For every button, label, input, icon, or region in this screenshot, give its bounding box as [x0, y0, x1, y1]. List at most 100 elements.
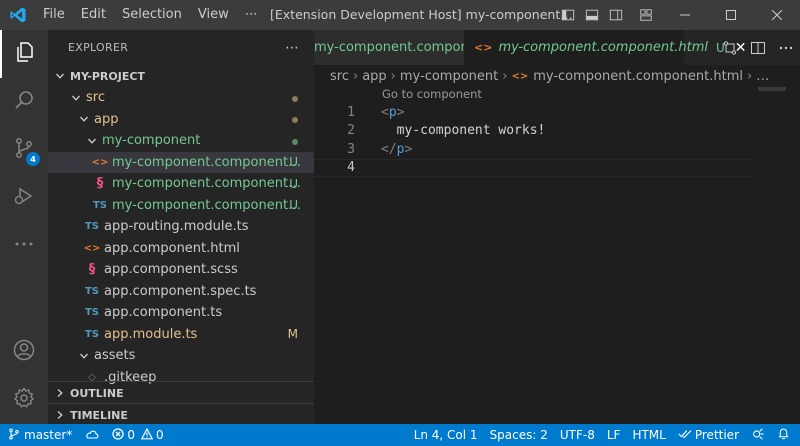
file-item[interactable]: TS app-routing.module.ts: [48, 216, 314, 238]
folder-item[interactable]: assets: [48, 345, 314, 367]
sync-button[interactable]: [78, 424, 106, 446]
git-status-badge: U: [289, 198, 298, 213]
title-bar: File Edit Selection View ⋯ [Extension De…: [0, 0, 800, 30]
file-name: app.component.html: [104, 240, 240, 256]
tag-bracket: <: [381, 104, 389, 120]
go-to-component-codelens[interactable]: Go to component: [382, 87, 482, 101]
file-item[interactable]: § my-component.component.scss U: [48, 173, 314, 195]
tag-name: p: [388, 104, 397, 120]
minimap[interactable]: [758, 87, 786, 91]
code-editor[interactable]: Go to component 1 <p> 2 my-component wor…: [314, 87, 800, 177]
git-status-badge: U: [289, 176, 298, 191]
activity-search[interactable]: [0, 78, 48, 126]
file-item[interactable]: § app.component.scss: [48, 259, 314, 281]
tab-label: my-component.component.scss: [314, 40, 464, 55]
split-editor-icon[interactable]: [744, 30, 772, 65]
activity-manage[interactable]: [0, 376, 48, 424]
vscode-logo-icon: [0, 0, 35, 30]
activity-accounts[interactable]: [0, 328, 48, 376]
folder-item[interactable]: my-component: [48, 130, 314, 152]
more-actions-icon[interactable]: [772, 30, 800, 65]
menu-bar: File Edit Selection View ⋯: [35, 0, 267, 30]
activity-run-debug[interactable]: [0, 174, 48, 222]
html-file-icon: <>: [474, 41, 493, 54]
outline-label: OUTLINE: [70, 386, 124, 400]
timeline-section-header[interactable]: TIMELINE: [48, 404, 314, 424]
account-icon: [12, 338, 36, 366]
breadcrumb-app[interactable]: app: [362, 69, 386, 84]
file-item[interactable]: TS app.component.spec.ts: [48, 281, 314, 303]
breadcrumb-my-component[interactable]: my-component: [400, 69, 498, 84]
branch-name: master*: [24, 428, 73, 442]
tab-bar: my-component.component.scss U <> my-comp…: [314, 30, 800, 65]
chevron-right-icon: [52, 410, 68, 420]
end-of-line[interactable]: LF: [601, 424, 627, 446]
activity-explorer[interactable]: [0, 30, 48, 78]
breadcrumb: src › app › my-component › <> my-compone…: [314, 65, 800, 87]
menu-more-button[interactable]: ⋯: [237, 0, 267, 30]
activity-bar: 4: [0, 30, 48, 424]
chevron-right-icon: ›: [747, 68, 753, 84]
feedback-button[interactable]: [745, 424, 771, 446]
tag-bracket: >: [396, 104, 405, 120]
language-mode[interactable]: HTML: [626, 424, 671, 446]
file-item[interactable]: TS app.component.ts: [48, 302, 314, 324]
folder-item[interactable]: src: [48, 87, 314, 109]
breadcrumb-file[interactable]: my-component.component.html: [533, 69, 743, 84]
toggle-secondary-sidebar-icon[interactable]: [604, 0, 628, 30]
warning-icon: [140, 427, 154, 443]
typescript-file-icon: TS: [84, 328, 100, 340]
encoding[interactable]: UTF-8: [554, 424, 601, 446]
branch-icon: [8, 427, 20, 443]
menu-selection[interactable]: Selection: [114, 0, 190, 30]
prettier-label: Prettier: [694, 428, 739, 442]
outline-section-header[interactable]: OUTLINE: [48, 382, 314, 404]
cursor-position[interactable]: Ln 4, Col 1: [408, 424, 484, 446]
problems-indicator[interactable]: 0 0: [106, 424, 169, 446]
toggle-panel-icon[interactable]: [580, 0, 604, 30]
file-item[interactable]: <> my-component.component.html U: [48, 151, 314, 173]
file-name: my-component.component.ts: [112, 197, 302, 213]
chevron-down-icon: [68, 93, 84, 103]
close-window-icon[interactable]: [754, 0, 800, 30]
toggle-sidebar-icon[interactable]: [556, 0, 580, 30]
customize-layout-icon[interactable]: [634, 0, 658, 30]
menu-view[interactable]: View: [190, 0, 237, 30]
tab-html[interactable]: <> my-component.component.html U ✕: [464, 30, 747, 65]
git-branch[interactable]: master*: [0, 424, 78, 446]
breadcrumb-symbols[interactable]: …: [756, 69, 769, 84]
html-file-icon: <>: [91, 156, 109, 168]
activity-source-control[interactable]: 4: [0, 126, 48, 174]
breadcrumb-src[interactable]: src: [330, 69, 349, 84]
source-control-badge: 4: [26, 152, 40, 166]
project-section-header[interactable]: MY-PROJECT: [48, 65, 314, 87]
error-icon: [112, 427, 124, 443]
activity-more[interactable]: [0, 222, 48, 270]
error-count: 0: [127, 428, 135, 442]
open-changes-icon[interactable]: [716, 30, 744, 65]
project-name: MY-PROJECT: [70, 69, 145, 83]
code-line: 3 </p>: [314, 140, 800, 159]
file-item[interactable]: TS my-component.component.ts U: [48, 195, 314, 217]
indentation[interactable]: Spaces: 2: [484, 424, 554, 446]
chevron-down-icon: [76, 351, 92, 361]
menu-file[interactable]: File: [35, 0, 73, 30]
code-line: 2 my-component works!: [314, 122, 800, 141]
more-icon: [12, 232, 36, 260]
tag-bracket: >: [404, 141, 413, 157]
file-name: app.module.ts: [104, 326, 198, 342]
explorer-more-button[interactable]: ⋯: [285, 40, 300, 56]
git-status-badge: M: [287, 327, 298, 342]
file-item[interactable]: <> app.component.html: [48, 238, 314, 260]
folder-item[interactable]: app: [48, 109, 314, 131]
menu-edit[interactable]: Edit: [73, 0, 114, 30]
double-check-icon: [678, 428, 692, 442]
prettier-status[interactable]: Prettier: [672, 424, 745, 446]
minimize-icon[interactable]: [662, 0, 708, 30]
notifications-button[interactable]: [771, 424, 800, 446]
file-name: app-routing.module.ts: [104, 219, 249, 235]
tab-scss[interactable]: my-component.component.scss U: [314, 30, 464, 65]
file-name: app.component.spec.ts: [104, 283, 257, 299]
file-item[interactable]: TS app.module.ts M: [48, 324, 314, 346]
maximize-icon[interactable]: [708, 0, 754, 30]
